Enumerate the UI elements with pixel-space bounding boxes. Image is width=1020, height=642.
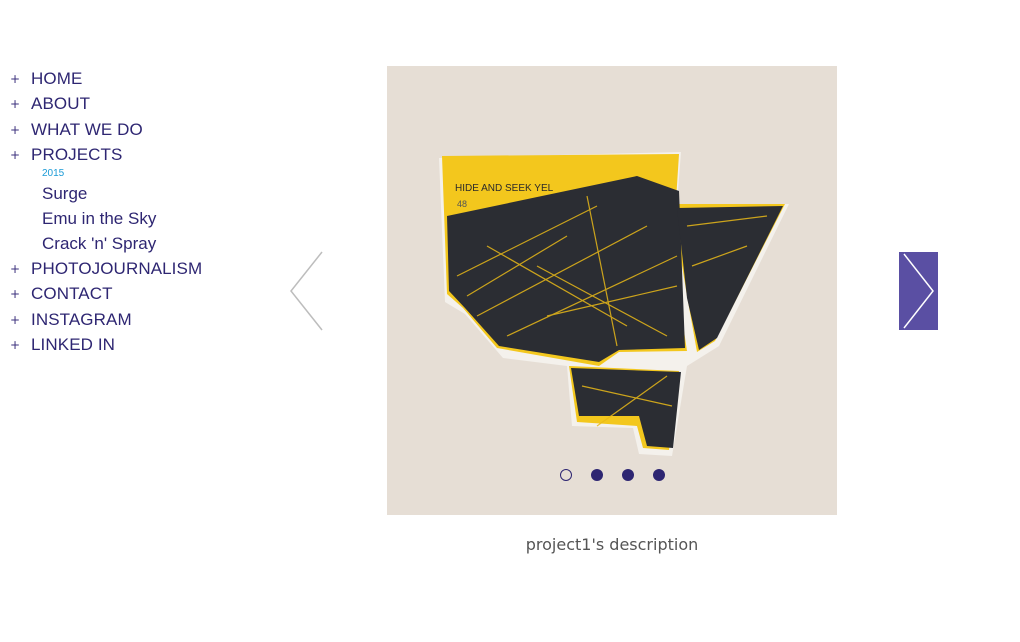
- sub-item-crack-n-spray[interactable]: Crack 'n' Spray: [42, 231, 202, 256]
- slider-next-button[interactable]: [899, 252, 938, 330]
- image-slider: HIDE AND SEEK YEL 48: [387, 66, 837, 515]
- chevron-left-icon: [290, 251, 323, 331]
- nav-label[interactable]: CONTACT: [31, 284, 113, 304]
- nav-item-home[interactable]: + HOME: [10, 66, 202, 92]
- slider-prev-button[interactable]: [288, 251, 324, 331]
- nav-item-linked-in[interactable]: + LINKED IN: [10, 333, 202, 359]
- sub-item-emu-in-the-sky[interactable]: Emu in the Sky: [42, 206, 202, 231]
- plus-icon: +: [10, 71, 21, 86]
- nav-item-contact[interactable]: + CONTACT: [10, 282, 202, 308]
- nav-label[interactable]: ABOUT: [31, 94, 90, 114]
- slider-dot-4[interactable]: [652, 469, 665, 481]
- plus-icon: +: [10, 97, 21, 112]
- chevron-right-icon: [903, 253, 934, 329]
- nav-label[interactable]: LINKED IN: [31, 335, 115, 355]
- plus-icon: +: [10, 338, 21, 353]
- projects-year-label: 2015: [42, 168, 65, 179]
- plus-icon: +: [10, 287, 21, 302]
- artwork-title: HIDE AND SEEK YEL: [455, 183, 554, 194]
- slider-dot-3[interactable]: [621, 469, 634, 481]
- plus-icon: +: [10, 148, 21, 163]
- project-artwork: HIDE AND SEEK YEL 48: [439, 152, 789, 456]
- slider-dot-2[interactable]: [590, 469, 603, 481]
- nav-label[interactable]: HOME: [31, 69, 82, 89]
- slide-caption: project1's description: [525, 535, 699, 554]
- plus-icon: +: [10, 122, 21, 137]
- nav-label[interactable]: INSTAGRAM: [31, 310, 132, 330]
- nav-item-about[interactable]: + ABOUT: [10, 92, 202, 118]
- plus-icon: +: [10, 312, 21, 327]
- nav-label[interactable]: WHAT WE DO: [31, 120, 143, 140]
- slider-dot-1[interactable]: [559, 469, 572, 481]
- slider-pagination: [387, 469, 837, 481]
- sub-item-surge[interactable]: Surge: [42, 181, 202, 206]
- nav-item-instagram[interactable]: + INSTAGRAM: [10, 307, 202, 333]
- nav-label[interactable]: PROJECTS: [31, 145, 122, 165]
- plus-icon: +: [10, 261, 21, 276]
- nav-item-projects[interactable]: + PROJECTS: [10, 143, 202, 169]
- nav-item-what-we-do[interactable]: + WHAT WE DO: [10, 117, 202, 143]
- side-navigation: + HOME + ABOUT + WHAT WE DO + PROJECTS 2…: [10, 66, 202, 358]
- artwork-number: 48: [457, 199, 467, 209]
- nav-label[interactable]: PHOTOJOURNALISM: [31, 259, 202, 279]
- nav-item-photojournalism[interactable]: + PHOTOJOURNALISM: [10, 256, 202, 282]
